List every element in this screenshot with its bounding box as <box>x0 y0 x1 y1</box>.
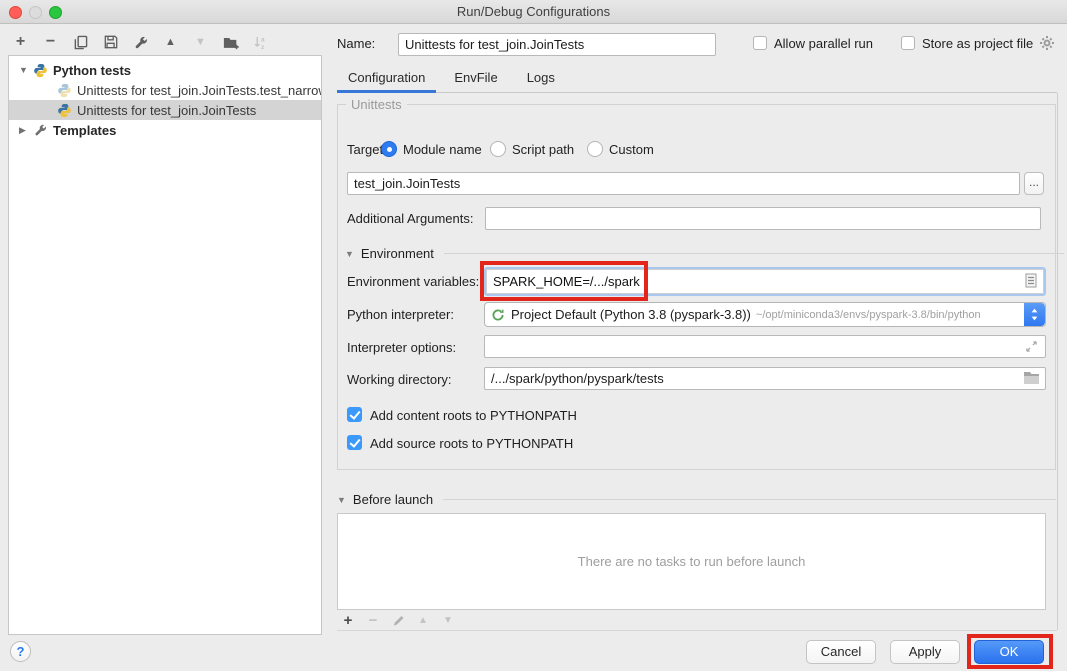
cancel-button[interactable]: Cancel <box>806 640 876 664</box>
content-right-border <box>1057 93 1058 630</box>
browse-variables-icon[interactable] <box>1025 273 1037 291</box>
conda-environment-icon <box>491 308 505 322</box>
radio-script-path[interactable] <box>490 141 506 157</box>
apply-button[interactable]: Apply <box>890 640 960 664</box>
add-source-roots-checkbox[interactable] <box>347 435 362 450</box>
interpreter-options-label: Interpreter options: <box>347 340 456 355</box>
section-divider <box>443 499 1056 500</box>
radio-module-name[interactable] <box>381 141 397 157</box>
name-input[interactable] <box>398 33 716 56</box>
unittests-group-label: Unittests <box>346 97 407 112</box>
add-task-icon[interactable]: + <box>341 613 355 627</box>
tab-bar: Configuration EnvFile Logs <box>337 66 1057 93</box>
python-interpreter-value: Project Default (Python 3.8 (pyspark-3.8… <box>511 307 751 322</box>
add-configuration-icon[interactable]: + <box>12 34 29 51</box>
move-down-icon: ▼ <box>192 34 209 51</box>
gear-icon[interactable] <box>1039 35 1055 54</box>
radio-custom[interactable] <box>587 141 603 157</box>
tree-item-label: Templates <box>53 123 116 138</box>
python-test-icon <box>57 83 72 98</box>
copy-configuration-icon[interactable] <box>72 34 89 51</box>
radio-custom-label: Custom <box>609 142 654 157</box>
chevron-down-icon[interactable]: ▼ <box>19 65 33 75</box>
tree-item-python-tests[interactable]: ▼ Python tests <box>9 60 321 80</box>
before-launch-title: Before launch <box>353 492 433 507</box>
before-launch-task-list[interactable]: There are no tasks to run before launch <box>337 513 1046 610</box>
add-content-roots-checkbox[interactable] <box>347 407 362 422</box>
sort-alphabetically-icon: az <box>252 34 269 51</box>
tree-item-unittests-narrow[interactable]: Unittests for test_join.JoinTests.test_n… <box>9 80 321 100</box>
tree-item-label: Python tests <box>53 63 131 78</box>
edit-task-icon <box>391 613 405 627</box>
add-content-roots-label: Add content roots to PYTHONPATH <box>370 408 577 423</box>
move-up-icon[interactable]: ▲ <box>162 34 179 51</box>
titlebar: Run/Debug Configurations <box>0 0 1067 24</box>
python-test-icon <box>57 103 72 118</box>
python-interpreter-select[interactable]: Project Default (Python 3.8 (pyspark-3.8… <box>484 302 1046 327</box>
remove-task-icon: − <box>366 613 380 627</box>
move-task-down-icon: ▼ <box>441 613 455 627</box>
tree-item-label: Unittests for test_join.JoinTests.test_n… <box>77 83 322 98</box>
svg-text:a: a <box>261 36 265 43</box>
chevron-down-icon[interactable]: ▼ <box>345 249 354 259</box>
svg-text:z: z <box>261 44 265 50</box>
configuration-editor: Name: Allow parallel run Store as projec… <box>337 24 1067 671</box>
browse-target-button[interactable]: ... <box>1024 172 1044 195</box>
environment-variables-label: Environment variables: <box>347 274 479 289</box>
name-label: Name: <box>337 36 375 51</box>
ok-button[interactable]: OK <box>974 640 1044 664</box>
folder-icon[interactable] <box>1023 371 1040 388</box>
configurations-tree: ▼ Python tests Unittests for test_join.J… <box>8 55 322 635</box>
additional-arguments-input[interactable] <box>485 207 1041 230</box>
before-launch-section-header[interactable]: ▼ Before launch <box>337 492 1056 507</box>
allow-parallel-run-label: Allow parallel run <box>774 36 873 51</box>
window-title: Run/Debug Configurations <box>0 4 1067 19</box>
edit-templates-icon[interactable] <box>132 34 149 51</box>
tree-item-templates[interactable]: ▶ Templates <box>9 120 321 140</box>
chevron-down-icon[interactable]: ▼ <box>337 495 346 505</box>
radio-module-name-label: Module name <box>403 142 482 157</box>
environment-variables-value: SPARK_HOME=/.../spark <box>493 274 1025 289</box>
wrench-icon <box>33 123 48 138</box>
tab-logs[interactable]: Logs <box>516 66 566 93</box>
chevron-right-icon[interactable]: ▶ <box>19 125 33 136</box>
target-module-input[interactable] <box>347 172 1020 195</box>
new-folder-icon[interactable] <box>222 34 239 51</box>
store-as-project-file-label: Store as project file <box>922 36 1033 51</box>
tree-item-label: Unittests for test_join.JoinTests <box>77 103 256 118</box>
help-button[interactable]: ? <box>10 641 31 662</box>
tree-item-unittests-jointests[interactable]: Unittests for test_join.JoinTests <box>9 100 321 120</box>
add-source-roots-label: Add source roots to PYTHONPATH <box>370 436 573 451</box>
additional-arguments-label: Additional Arguments: <box>347 211 473 226</box>
before-launch-toolbar: + − ▲ ▼ <box>341 613 455 627</box>
remove-configuration-icon[interactable]: − <box>42 34 59 51</box>
environment-section-header[interactable]: ▼ Environment <box>345 246 1064 261</box>
environment-variables-input[interactable]: SPARK_HOME=/.../spark <box>484 267 1046 296</box>
environment-section-title: Environment <box>361 246 434 261</box>
move-task-up-icon: ▲ <box>416 613 430 627</box>
dropdown-stepper-icon[interactable] <box>1024 303 1045 326</box>
python-interpreter-label: Python interpreter: <box>347 307 454 322</box>
save-configuration-icon[interactable] <box>102 34 119 51</box>
python-icon <box>33 63 48 78</box>
run-debug-configurations-dialog: Run/Debug Configurations + − ▲ ▼ az ▼ Py <box>0 0 1067 671</box>
tab-configuration[interactable]: Configuration <box>337 66 436 93</box>
python-interpreter-path: ~/opt/miniconda3/envs/pyspark-3.8/bin/py… <box>756 309 981 321</box>
interpreter-options-input[interactable] <box>484 335 1046 358</box>
expand-field-icon[interactable] <box>1025 340 1038 356</box>
section-divider <box>444 253 1064 254</box>
empty-task-message: There are no tasks to run before launch <box>578 554 806 569</box>
working-directory-label: Working directory: <box>347 372 452 387</box>
tab-envfile[interactable]: EnvFile <box>443 66 508 93</box>
radio-script-path-label: Script path <box>512 142 574 157</box>
content-bottom-border <box>337 630 1057 631</box>
configurations-toolbar: + − ▲ ▼ az <box>12 31 269 53</box>
allow-parallel-run-checkbox[interactable] <box>753 36 767 50</box>
working-directory-input[interactable] <box>484 367 1046 390</box>
store-as-project-file-checkbox[interactable] <box>901 36 915 50</box>
